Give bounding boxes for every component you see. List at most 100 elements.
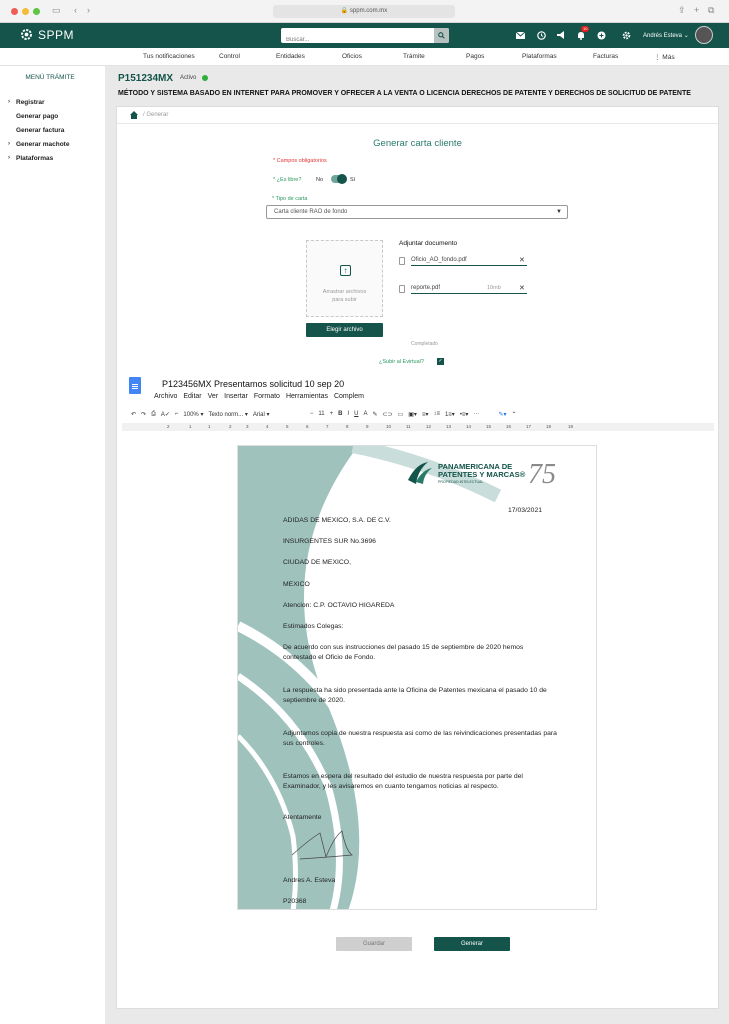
ruler-tick: 17: [526, 424, 532, 429]
settings-gear-icon[interactable]: [621, 30, 631, 40]
search-button[interactable]: [434, 28, 449, 43]
style-select[interactable]: Texto norm... ▾: [208, 411, 247, 418]
maximize-window-button[interactable]: [33, 8, 40, 15]
breadcrumb-current: / Generar: [143, 112, 169, 118]
tabs-overview-icon[interactable]: ⧉: [708, 5, 714, 16]
toggle-on-label: Sí: [350, 177, 356, 183]
font-select[interactable]: Arial ▾: [253, 411, 305, 418]
nav-notifications[interactable]: Tus notificaciones: [143, 53, 195, 60]
underline-icon[interactable]: U: [354, 411, 358, 417]
new-tab-icon[interactable]: +: [694, 5, 699, 15]
remove-file-icon[interactable]: ✕: [519, 284, 525, 292]
paint-format-icon[interactable]: ⌐: [175, 411, 179, 417]
avatar[interactable]: [695, 26, 713, 44]
menu-complementos[interactable]: Complem: [334, 393, 364, 400]
line-spacing-icon[interactable]: ↕≡: [433, 411, 440, 417]
font-size-decrease-icon[interactable]: −: [310, 411, 314, 417]
share-icon[interactable]: ⇪: [678, 5, 686, 16]
spellcheck-icon[interactable]: A✓: [161, 411, 170, 418]
nav-facturas[interactable]: Facturas: [593, 53, 618, 60]
back-icon[interactable]: ‹: [74, 5, 77, 15]
sidebar-item-generar-factura[interactable]: Generar factura: [16, 127, 64, 134]
more-icon[interactable]: ···: [473, 411, 479, 417]
menu-editar[interactable]: Editar: [183, 393, 201, 400]
sidebar-item-generar-pago[interactable]: Generar pago: [16, 113, 58, 120]
bulleted-list-icon[interactable]: •≡▾: [460, 411, 469, 418]
file-dropzone[interactable]: ↑ Arrastrar archivos para subir: [306, 240, 383, 317]
save-button[interactable]: Guardar: [336, 937, 412, 951]
ruler-tick: 2: [229, 424, 232, 429]
style-value: Texto norm...: [208, 411, 244, 418]
nav-more[interactable]: ⋮ Más: [654, 53, 675, 61]
close-window-button[interactable]: [11, 8, 18, 15]
letter-page: PANAMERICANA DE PATENTES Y MARCAS® PROPI…: [237, 445, 597, 910]
circle-plus-icon[interactable]: [596, 30, 606, 40]
font-size-input[interactable]: 11: [318, 411, 324, 417]
choose-file-button[interactable]: Elegir archivo: [306, 323, 383, 337]
home-icon[interactable]: [130, 111, 138, 119]
menu-herramientas[interactable]: Herramientas: [286, 393, 328, 400]
file-name: reporte.pdf: [411, 285, 441, 291]
letter-type-select[interactable]: Carta cliente RAO de fondo ▼: [266, 205, 568, 219]
editing-mode-icon[interactable]: ✎▾: [498, 411, 506, 418]
nav-entidades[interactable]: Entidades: [276, 53, 305, 60]
link-icon[interactable]: ⊂⊃: [383, 411, 393, 418]
evirtual-checkbox[interactable]: ✓: [437, 358, 444, 365]
type-label: * Tipo de carta: [272, 196, 308, 202]
collapse-toolbar-icon[interactable]: ⌃: [512, 411, 517, 418]
ruler-tick: 1: [208, 424, 211, 429]
text-color-icon[interactable]: A: [363, 411, 367, 417]
comment-icon[interactable]: ▭: [398, 411, 404, 418]
generate-button[interactable]: Generar: [434, 937, 510, 951]
address-bar[interactable]: 🔒 sppm.com.mx: [273, 5, 455, 18]
forward-icon[interactable]: ›: [87, 5, 90, 15]
redo-icon[interactable]: ↷: [141, 411, 146, 418]
sidebar-item-generar-machote[interactable]: › Generar machote: [8, 141, 69, 148]
search-input[interactable]: [281, 32, 431, 48]
nav-control[interactable]: Control: [219, 53, 240, 60]
megaphone-icon[interactable]: [556, 30, 566, 40]
minimize-window-button[interactable]: [22, 8, 29, 15]
numbered-list-icon[interactable]: 1≡▾: [445, 411, 455, 418]
menu-ver[interactable]: Ver: [208, 393, 219, 400]
sidebar-item-registrar[interactable]: › Registrar: [8, 99, 45, 106]
ruler-tick: 18: [546, 424, 552, 429]
patent-id: P151234MX: [118, 73, 174, 84]
highlight-icon[interactable]: ✎: [372, 411, 377, 418]
letter-greeting: Estimados Colegas:: [283, 623, 344, 630]
app-logo[interactable]: SPPM: [19, 27, 74, 42]
align-icon[interactable]: ≡▾: [422, 411, 429, 418]
zoom-select[interactable]: 100% ▾: [183, 411, 203, 418]
bell-icon[interactable]: 10: [576, 26, 590, 40]
sidebar-item-plataformas[interactable]: › Plataformas: [8, 155, 53, 162]
ruler-tick: 9: [366, 424, 369, 429]
italic-icon[interactable]: I: [347, 411, 349, 417]
bold-icon[interactable]: B: [338, 411, 342, 417]
clock-icon[interactable]: [536, 30, 546, 40]
nav-pagos[interactable]: Pagos: [466, 53, 484, 60]
file-icon: [399, 285, 405, 293]
remove-file-icon[interactable]: ✕: [519, 256, 525, 264]
font-size-increase-icon[interactable]: +: [330, 411, 334, 417]
sidebar-item-label: Registrar: [16, 99, 45, 106]
free-toggle[interactable]: [331, 174, 347, 184]
nav-plataformas[interactable]: Plataformas: [522, 53, 557, 60]
undo-icon[interactable]: ↶: [131, 411, 136, 418]
sidebar-toggle-icon[interactable]: ▭: [52, 5, 61, 16]
user-menu[interactable]: Andrés Esteva ⌄: [643, 32, 689, 39]
file-icon: [399, 257, 405, 265]
doc-title[interactable]: P123456MX Presentamos solicitud 10 sep 2…: [162, 379, 344, 389]
letter-paragraph: La respuesta ha sido presentada ante la …: [283, 687, 547, 704]
menu-archivo[interactable]: Archivo: [154, 393, 177, 400]
main-content: P151234MX Activo MÉTODO Y SISTEMA BASADO…: [105, 66, 729, 1024]
nav-oficios[interactable]: Oficios: [342, 53, 362, 60]
search-box: [281, 28, 449, 48]
mail-icon[interactable]: [515, 30, 525, 40]
nav-tramite[interactable]: Trámite: [403, 53, 425, 60]
print-icon[interactable]: ⎙: [151, 411, 156, 418]
image-icon[interactable]: ▣▾: [408, 411, 417, 418]
free-label: * ¿Es libre?: [273, 177, 302, 183]
breadcrumb: / Generar: [117, 107, 718, 124]
menu-formato[interactable]: Formato: [254, 393, 280, 400]
menu-insertar[interactable]: Insertar: [224, 393, 248, 400]
